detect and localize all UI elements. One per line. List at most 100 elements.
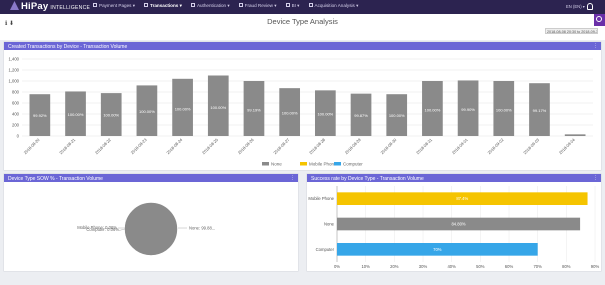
menu-icon: [144, 3, 149, 7]
bar-data-label: 100.00%: [317, 111, 333, 116]
x-tick-label: 80%: [562, 264, 571, 269]
date-range-selector[interactable]: 2018-08-08 20:30 to 2018-09-30 20:30 ▾: [545, 28, 598, 34]
created-transactions-panel: Created Transactions by Device - Transac…: [4, 42, 601, 170]
menu-icon: [190, 3, 195, 7]
panel-options-icon[interactable]: ⋮: [593, 43, 598, 49]
nav-item-payment-pages[interactable]: Payment Pages ▾: [93, 3, 135, 9]
x-tick-label: 0%: [334, 264, 340, 269]
x-tick-label: 60%: [505, 264, 514, 269]
y-tick-label: 1,000: [9, 79, 20, 84]
bar-data-label: 99.92%: [33, 113, 47, 118]
legend-swatch: [300, 162, 307, 166]
search-button[interactable]: [594, 14, 605, 26]
x-tick-label: 2018-08-28: [308, 137, 327, 156]
x-tick-label: 30%: [419, 264, 428, 269]
x-tick-label: 2018-09-03: [522, 137, 541, 156]
pie-label-computer: Computer: 0.06%: [86, 227, 119, 232]
legend-label: Computer: [343, 161, 363, 166]
bar-data-label: 99.17%: [533, 108, 547, 113]
x-tick-label: 2018-09-04: [558, 137, 577, 156]
bar-data-label: 100.00%: [389, 113, 405, 118]
x-tick-label: 2018-08-25: [201, 137, 220, 156]
page-title: Device Type Analysis: [267, 17, 338, 26]
legend-swatch: [262, 162, 269, 166]
bar-data-label: 100.00%: [425, 107, 441, 112]
x-tick-label: 2018-09-02: [486, 137, 505, 156]
nav-item-acquisition-analysis[interactable]: Acquisition Analysis ▾: [308, 3, 358, 9]
hbar-data-label: 87.4%: [456, 196, 468, 201]
nav-item-bi[interactable]: BI ▾: [285, 3, 300, 9]
hbar-data-label: 84.80%: [451, 222, 465, 227]
nav-item-fraud-review[interactable]: Fraud Review ▾: [238, 3, 277, 9]
bar-data-label: 100.00%: [68, 112, 84, 117]
sow-pie-chart: None: 99.88...Mobile Phone: 0.06%Compute…: [77, 202, 215, 256]
x-tick-label: 2018-08-24: [165, 137, 184, 156]
pie-label-none: None: 99.88...: [189, 226, 215, 231]
x-tick-label: 2018-08-27: [272, 137, 291, 156]
y-tick-label: 400: [12, 112, 20, 117]
x-tick-label: 2018-08-26: [237, 137, 256, 156]
y-tick-label: 1,200: [9, 68, 20, 73]
bar-data-label: 100.00%: [175, 106, 191, 111]
y-tick-label: 1,400: [9, 57, 20, 62]
menu-icon: [308, 3, 313, 7]
panel-title: Created Transactions by Device - Transac…: [8, 43, 128, 50]
notification-bell-icon[interactable]: [587, 3, 593, 10]
menu-icon: [93, 3, 97, 7]
panel-options-icon[interactable]: ⋮: [290, 175, 295, 181]
legend-swatch: [334, 162, 341, 166]
x-tick-label: 70%: [533, 264, 542, 269]
nav-item-transactions[interactable]: Transactions ▾: [144, 3, 182, 9]
x-tick-label: 10%: [361, 264, 370, 269]
hbar-data-label: 70%: [433, 247, 442, 252]
x-tick-label: 2018-09-01: [451, 137, 470, 156]
y-tick-label: 0: [17, 134, 20, 139]
top-navigation-bar: HiPay INTELLIGENCE Payment Pages ▾ Transa…: [0, 0, 605, 14]
x-tick-label: 50%: [476, 264, 485, 269]
bar-data-label: 99.87%: [354, 113, 368, 118]
bar-data-label: 100.00%: [210, 105, 226, 110]
x-tick-label: 40%: [447, 264, 456, 269]
y-category-label: None: [324, 222, 335, 227]
y-category-label: Computer: [316, 247, 335, 252]
hipay-logo[interactable]: HiPay INTELLIGENCE: [10, 1, 90, 12]
panel-title: Success rate by Device Type - Transactio…: [311, 175, 424, 182]
x-tick-label: 2018-08-31: [415, 137, 434, 156]
x-tick-label: 2018-08-22: [94, 137, 113, 156]
pie-leader-line: [118, 228, 126, 231]
panel-header: Created Transactions by Device - Transac…: [4, 42, 601, 50]
brand-sub: INTELLIGENCE: [50, 5, 91, 11]
bar-data-label: 99.19%: [247, 107, 261, 112]
success-rate-panel: Success rate by Device Type - Transactio…: [307, 174, 601, 271]
x-tick-label: 2018-08-21: [58, 137, 77, 156]
x-tick-label: 2018-08-20: [23, 137, 42, 156]
transactions-bar-chart: 0 200 400 600 800 1,000 1,200 1,400 99.92% 2018-0…: [9, 57, 593, 166]
x-tick-label: 20%: [390, 264, 399, 269]
bar-data-label: 100.00%: [282, 110, 298, 115]
legend-label: Mobile Phone: [309, 161, 337, 166]
panel-header: Success rate by Device Type - Transactio…: [307, 174, 601, 182]
bar-none: [564, 134, 586, 136]
menu-icon: [238, 3, 243, 7]
info-download-icons[interactable]: ℹ ⬇: [5, 20, 14, 27]
bar-data-label: 100.00%: [103, 113, 119, 118]
panel-options-icon[interactable]: ⋮: [593, 175, 598, 181]
nav-item-authentication[interactable]: Authentication ▾: [190, 3, 230, 9]
x-tick-label: 2018-08-23: [130, 137, 149, 156]
y-tick-label: 600: [12, 101, 20, 106]
brand-name: HiPay: [21, 1, 49, 12]
legend-label: None: [271, 161, 282, 166]
y-tick-label: 200: [12, 123, 20, 128]
device-sow-panel: Device Type SOW % - Transaction Volume ⋮ …: [4, 174, 298, 271]
panel-title: Device Type SOW % - Transaction Volume: [8, 175, 103, 182]
language-selector[interactable]: EN (EN) ▾: [566, 4, 585, 9]
search-icon: [596, 16, 602, 22]
x-tick-label: 2018-08-30: [379, 137, 398, 156]
bar-data-label: 100.00%: [496, 107, 512, 112]
y-category-label: Mobile Phone: [308, 196, 334, 201]
logo-icon: [10, 1, 19, 10]
bar-data-label: 99.90%: [461, 107, 475, 112]
pie-slice-none: [124, 202, 178, 256]
x-tick-label: 90%: [591, 264, 600, 269]
menu-icon: [285, 3, 290, 7]
